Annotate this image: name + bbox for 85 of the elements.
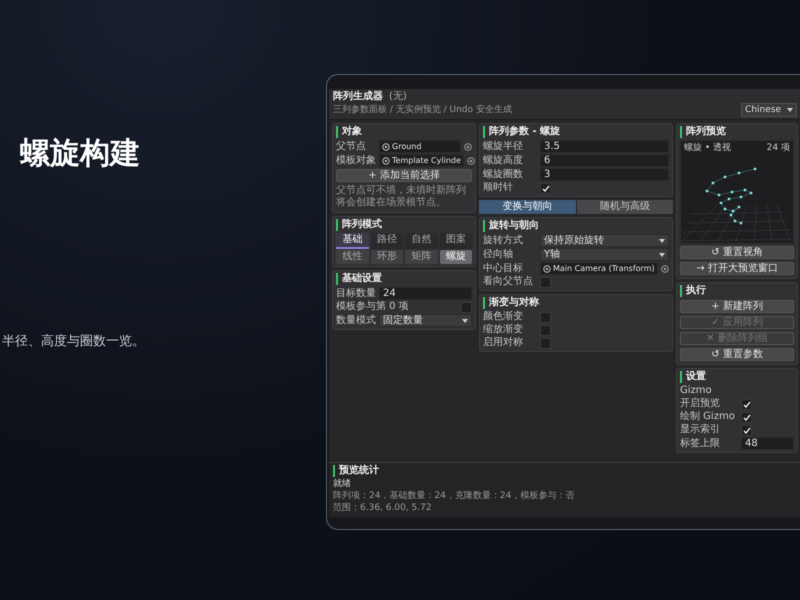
field-label: 径向轴: [483, 248, 514, 260]
section-title: 设置: [680, 371, 794, 383]
tab[interactable]: 路径: [370, 233, 403, 249]
section-title: 渐变与对称: [483, 297, 669, 309]
checkbox[interactable]: [540, 182, 551, 194]
stats-line: 范围：6.36, 6.00, 5.72: [333, 502, 433, 514]
checkbox[interactable]: [540, 324, 551, 336]
input-field[interactable]: 3: [540, 168, 669, 181]
mode-button[interactable]: 环形: [370, 250, 403, 264]
slide-subtitle: 半径、高度与圈数一览。: [2, 333, 146, 350]
window-subtitle: 三列参数面板 / 无实例预览 / Undo 安全生成: [333, 104, 512, 116]
field-label: 显示索引: [680, 424, 721, 436]
dropdown[interactable]: Y轴: [540, 248, 669, 261]
section-title: 阵列参数 - 螺旋: [483, 126, 669, 138]
field-label: 顺时针: [483, 182, 514, 194]
stats-line: 就绪: [333, 478, 352, 490]
checkbox[interactable]: [741, 424, 752, 436]
input-field[interactable]: 6: [540, 154, 669, 167]
window-title: 阵列生成器: [333, 91, 383, 103]
checkbox[interactable]: [741, 398, 752, 410]
subheading: Gizmo: [680, 385, 713, 397]
field-label: 目标数量: [336, 288, 376, 300]
field-label: 螺旋半径: [483, 140, 524, 152]
action-button[interactable]: + 添加当前选择: [336, 169, 472, 182]
field-label: 模板对象: [336, 154, 376, 166]
section-title: 阵列预览: [680, 126, 794, 138]
target-icon: [661, 264, 669, 272]
caret-icon: [659, 252, 665, 256]
checkbox[interactable]: [540, 312, 551, 322]
tab[interactable]: 基础: [336, 233, 368, 249]
field-label: 数量模式: [336, 314, 376, 326]
caret-icon: [787, 108, 793, 112]
section-title: 执行: [680, 285, 794, 297]
check-icon: [542, 184, 550, 192]
action-button[interactable]: + 新建阵列: [680, 300, 794, 313]
field-label: 看向父节点: [483, 276, 534, 288]
section-title: 旋转与朝向: [483, 220, 669, 232]
language-dropdown[interactable]: Chinese: [741, 103, 797, 117]
input-field[interactable]: 3.5: [540, 140, 669, 153]
field-label: 父节点: [336, 140, 367, 152]
mode-button[interactable]: 螺旋: [440, 250, 472, 264]
item-count: 24 项: [766, 142, 790, 154]
object-field[interactable]: Ground: [379, 140, 461, 153]
stats-line: 阵列项：24，基础数量：24，克隆数量：24，模板参与：否: [333, 490, 576, 502]
mode-button[interactable]: 矩阵: [405, 250, 438, 264]
checkbox[interactable]: [461, 302, 472, 312]
tab[interactable]: 自然: [405, 233, 438, 249]
tab[interactable]: 图案: [440, 233, 472, 249]
mode-button[interactable]: 线性: [336, 250, 368, 264]
checkbox[interactable]: [741, 412, 752, 422]
field-label: 旋转方式: [483, 234, 524, 246]
field-label: 螺旋高度: [483, 154, 524, 166]
view-mode-label: 螺旋 • 透视: [684, 142, 732, 154]
section-title: 阵列模式: [336, 219, 472, 231]
field-label: 开启预览: [680, 398, 721, 410]
object-field[interactable]: Main Camera (Transform): [540, 262, 658, 275]
section-title: 基础设置: [336, 273, 472, 285]
field-label: 螺旋圈数: [483, 168, 524, 180]
field-label: 中心目标: [483, 262, 524, 274]
hint-text: 父节点可不填，未填时新阵列将会创建在场景根节点。: [336, 185, 467, 209]
checkbox[interactable]: [540, 276, 551, 288]
section-title: 预览统计: [333, 465, 797, 477]
caret-icon: [659, 238, 665, 242]
field-label: 缩放渐变: [483, 324, 524, 336]
tab[interactable]: 变换与朝向: [479, 200, 576, 214]
tab[interactable]: 随机与高级: [576, 200, 673, 214]
checkbox[interactable]: [540, 338, 551, 348]
dropdown[interactable]: 固定数量: [379, 314, 472, 327]
object-field[interactable]: Template Cylinde: [379, 154, 464, 167]
field-label: 模板参与第 0 项: [336, 301, 409, 313]
caret-icon: [462, 318, 468, 322]
action-button[interactable]: ↺ 重置视角: [680, 246, 794, 259]
title-note: (无): [389, 91, 407, 103]
field-label: 标签上限: [680, 438, 721, 450]
dropdown[interactable]: 保持原始旋转: [540, 234, 669, 247]
section-title: 对象: [336, 126, 472, 138]
input-field[interactable]: 24: [379, 287, 472, 300]
action-button[interactable]: ↺ 重置参数: [680, 348, 794, 361]
object-icon: [543, 264, 551, 272]
field-label: 颜色渐变: [483, 311, 524, 323]
input-field[interactable]: 48: [741, 437, 794, 450]
action-button[interactable]: → 打开大预览窗口: [680, 262, 794, 275]
slide-title: 螺旋构建: [20, 136, 141, 172]
field-label: 绘制 Gizmo: [680, 411, 736, 423]
field-label: 启用对称: [483, 337, 524, 349]
